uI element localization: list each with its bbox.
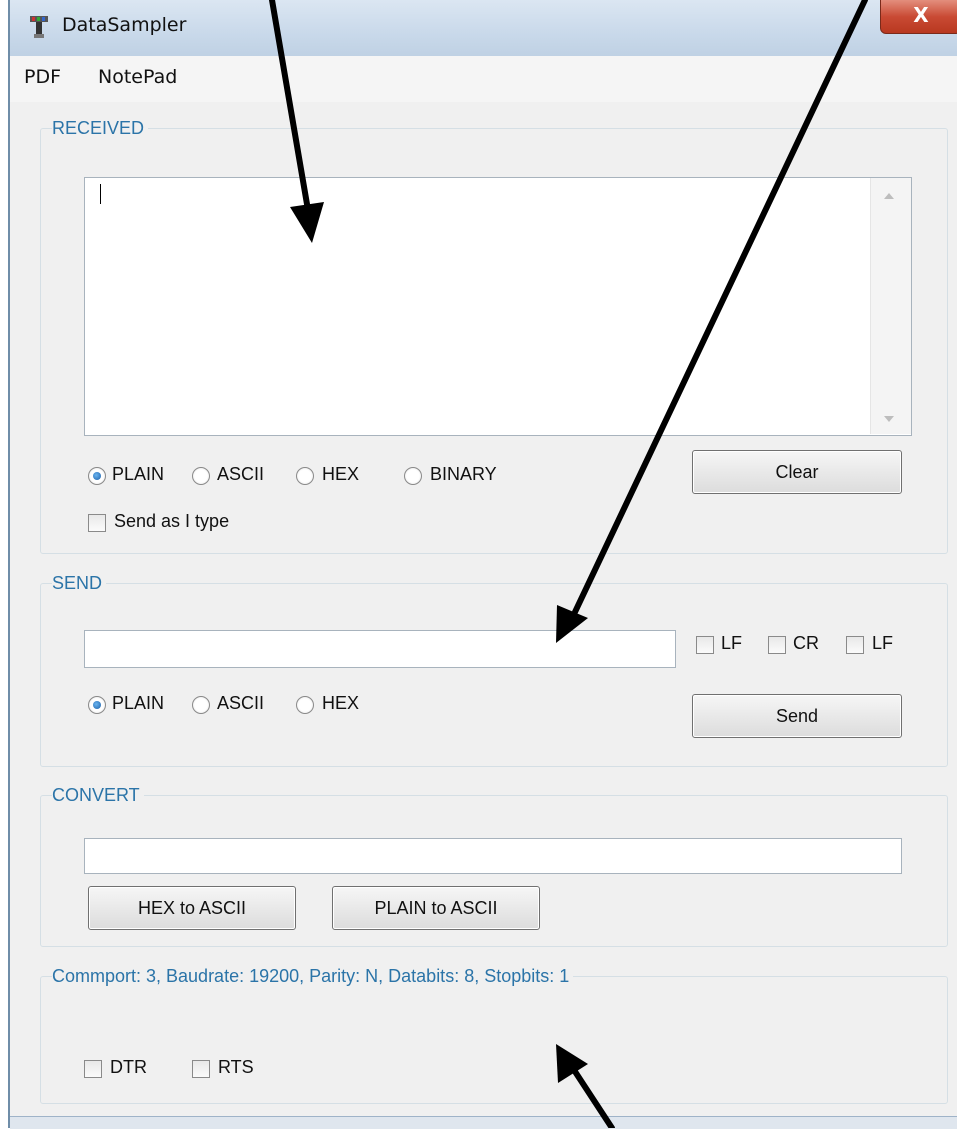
annotation-arrows [269,0,868,1128]
annotation-arrow-send [556,0,868,643]
annotation-arrow-port [556,1044,615,1128]
annotation-arrow-received [269,0,324,243]
